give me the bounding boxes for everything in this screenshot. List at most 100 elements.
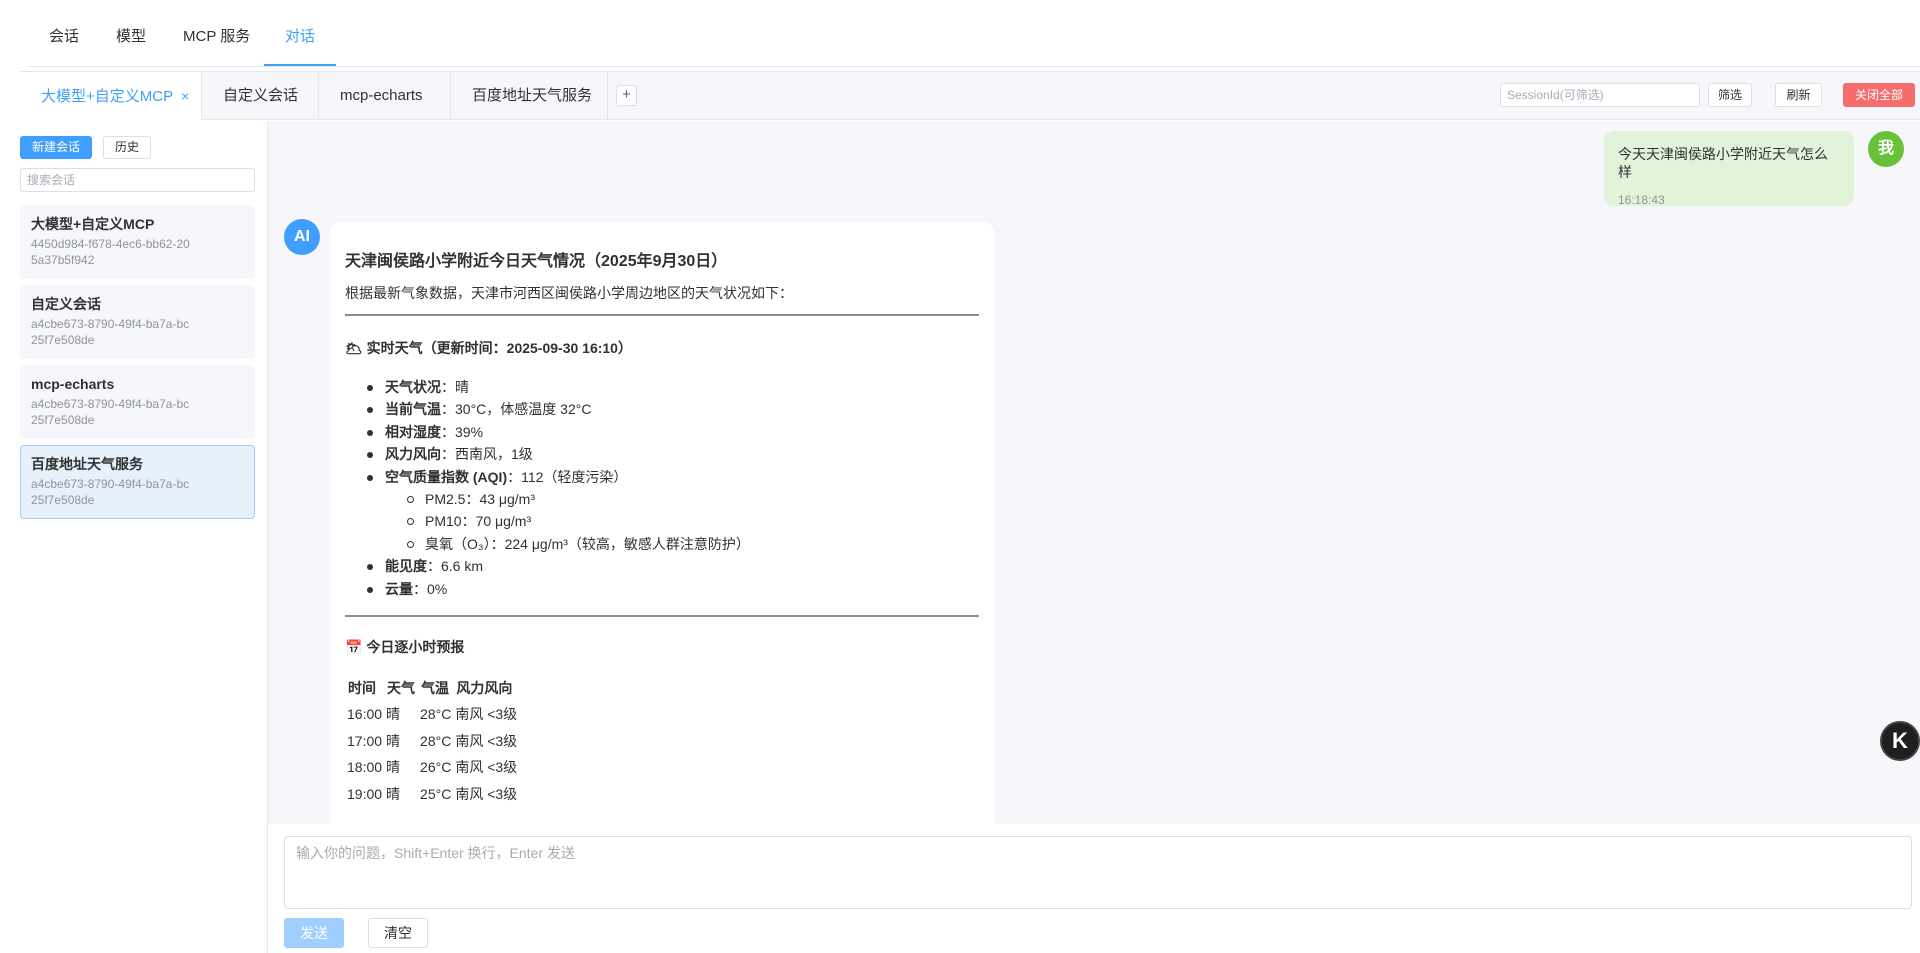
nav-tab-models[interactable]: 模型 — [95, 0, 167, 66]
table-cell: 28°C — [420, 732, 452, 749]
session-tab-active[interactable]: 大模型+自定义MCP × — [20, 72, 202, 120]
table-cell: 南风 <3级 — [455, 732, 518, 749]
user-message-text: 今天天津闽侯路小学附近天气怎么样 — [1618, 146, 1828, 180]
add-tab-button[interactable]: + — [616, 85, 637, 106]
user-message-time: 16:18:43 — [1618, 193, 1665, 207]
table-cell: 晴 — [386, 732, 401, 749]
table-cell: 南风 <3级 — [455, 706, 518, 723]
list-item: 能见度：6.6 km — [345, 555, 979, 577]
conversation-item[interactable]: 自定义会话 a4cbe673-8790-49f4-ba7a-bc25f7e508… — [20, 285, 255, 359]
item-value: ：112（轻度污染） — [507, 468, 628, 485]
sub-list-item: 臭氧（O₃）：224 μg/m³（较高，敏感人群注意防护） — [345, 533, 979, 555]
item-label: 天气状况 — [385, 379, 441, 395]
list-item: 云量：0% — [345, 578, 979, 600]
table-row: 18:00 晴 26°C 南风 <3级 — [345, 754, 519, 781]
table-cell: 25°C — [420, 785, 452, 802]
filter-button[interactable]: 筛选 — [1708, 83, 1752, 107]
table-cell: 17:00 — [347, 732, 383, 749]
item-label: 当前气温 — [385, 401, 441, 418]
hourly-forecast-heading: 📅 今日逐小时预报 — [345, 639, 465, 656]
table-cell: 18:00 — [347, 759, 383, 776]
table-cell: 晴 — [386, 785, 401, 802]
sub-list-item: PM2.5：43 μg/m³ — [345, 488, 979, 510]
item-label: 云量 — [385, 580, 413, 597]
list-item: 空气质量指数 (AQI)：112（轻度污染） — [345, 466, 979, 488]
realtime-weather-heading: 🌥 实时天气（更新时间：2025-09-30 16:10） — [345, 340, 632, 356]
sub-list-item: PM10：70 μg/m³ — [345, 510, 979, 532]
item-label: 能见度 — [385, 558, 427, 575]
table-cell: 28°C — [420, 706, 452, 723]
nav-tab-chat[interactable]: 对话 — [264, 0, 337, 66]
table-cell: 26°C — [420, 759, 452, 776]
divider — [345, 615, 979, 618]
column-header: 气温 — [421, 679, 450, 696]
realtime-weather-list: 天气状况：晴 当前气温：30°C，体感温度 32°C 相对湿度：39% 风力风向… — [345, 376, 979, 600]
session-tab[interactable]: mcp-echarts — [319, 72, 451, 120]
chat-area: 我 今天天津闽侯路小学附近天气怎么样 16:18:43 AI 天津闽侯路小学附近… — [268, 121, 1920, 824]
session-tab-label: mcp-echarts — [340, 87, 423, 104]
table-header-row: 时间 天气 气温 风力风向 — [345, 674, 519, 701]
conversation-id: a4cbe673-8790-49f4-ba7a-bc25f7e508de — [31, 477, 190, 507]
list-item: 相对湿度：39% — [345, 421, 979, 443]
item-value: ：晴 — [441, 379, 469, 395]
table-row: 16:00 晴 28°C 南风 <3级 — [345, 701, 519, 728]
column-header: 天气 — [387, 679, 416, 696]
table-row: 19:00 晴 25°C 南风 <3级 — [345, 781, 519, 808]
conversation-item[interactable]: mcp-echarts a4cbe673-8790-49f4-ba7a-bc25… — [20, 365, 255, 439]
list-item: 天气状况：晴 — [345, 376, 979, 398]
search-conversation-input[interactable] — [20, 168, 255, 192]
table-row: 17:00 晴 28°C 南风 <3级 — [345, 728, 519, 755]
table-cell: 晴 — [386, 706, 401, 723]
ai-answer-intro: 根据最新气象数据，天津市河西区闽侯路小学周边地区的天气状况如下： — [345, 285, 793, 301]
column-header: 风力风向 — [456, 679, 513, 696]
sidebar: 新建会话 历史 大模型+自定义MCP 4450d984-f678-4ec6-bb… — [8, 121, 268, 953]
conversation-title: mcp-echarts — [31, 376, 115, 392]
ai-message-bubble: 天津闽侯路小学附近今日天气情况（2025年9月30日） 根据最新气象数据，天津市… — [330, 222, 994, 824]
user-avatar: 我 — [1868, 131, 1904, 167]
list-item: 风力风向：西南风，1级 — [345, 443, 979, 465]
item-value: ：30°C，体感温度 32°C — [441, 401, 592, 418]
session-tab-bar: 大模型+自定义MCP × 自定义会话 mcp-echarts 百度地址天气服务 +… — [20, 71, 1920, 120]
clear-button[interactable]: 清空 — [368, 918, 428, 948]
close-icon[interactable]: × — [181, 88, 189, 104]
table-cell: 16:00 — [347, 706, 383, 723]
ai-avatar: AI — [284, 219, 320, 255]
item-value: ：39% — [441, 423, 484, 440]
message-input[interactable] — [284, 836, 1912, 909]
conversation-id: a4cbe673-8790-49f4-ba7a-bc25f7e508de — [31, 397, 190, 427]
conversation-item-active[interactable]: 百度地址天气服务 a4cbe673-8790-49f4-ba7a-bc25f7e… — [20, 445, 255, 519]
close-all-button[interactable]: 关闭全部 — [1843, 83, 1915, 107]
table-cell: 南风 <3级 — [455, 785, 518, 802]
user-message-bubble: 今天天津闽侯路小学附近天气怎么样 16:18:43 — [1604, 131, 1854, 207]
table-cell: 南风 <3级 — [455, 759, 518, 776]
session-tab-label: 百度地址天气服务 — [472, 87, 593, 104]
divider — [345, 314, 979, 316]
item-label: 相对湿度 — [385, 423, 441, 440]
ai-answer-title: 天津闽侯路小学附近今日天气情况（2025年9月30日） — [345, 253, 728, 270]
table-cell: 19:00 — [347, 785, 383, 802]
session-tab-label: 自定义会话 — [223, 87, 299, 104]
item-value: ：0% — [413, 580, 448, 597]
list-item: 当前气温：30°C，体感温度 32°C — [345, 398, 979, 420]
session-tab[interactable]: 百度地址天气服务 — [451, 72, 608, 120]
floating-assistant-button[interactable]: K — [1880, 721, 1920, 761]
item-label: 风力风向 — [385, 446, 441, 463]
conversation-id: a4cbe673-8790-49f4-ba7a-bc25f7e508de — [31, 317, 190, 347]
conversation-title: 自定义会话 — [31, 296, 101, 312]
new-conversation-button[interactable]: 新建会话 — [20, 136, 92, 159]
session-tab[interactable]: 自定义会话 — [202, 72, 319, 120]
session-id-filter-input[interactable] — [1500, 83, 1700, 107]
conversation-id: 4450d984-f678-4ec6-bb62-205a37b5f942 — [31, 237, 190, 267]
conversation-title: 大模型+自定义MCP — [31, 216, 155, 232]
column-header: 时间 — [348, 679, 376, 696]
send-button[interactable]: 发送 — [284, 918, 344, 948]
refresh-button[interactable]: 刷新 — [1775, 83, 1822, 107]
session-tab-label: 大模型+自定义MCP — [41, 88, 174, 105]
conversation-item[interactable]: 大模型+自定义MCP 4450d984-f678-4ec6-bb62-205a3… — [20, 205, 255, 279]
table-cell: 晴 — [386, 759, 401, 776]
nav-tab-mcp-services[interactable]: MCP 服务 — [162, 0, 271, 66]
history-button[interactable]: 历史 — [103, 136, 151, 159]
nav-tab-sessions[interactable]: 会话 — [28, 0, 100, 66]
conversation-title: 百度地址天气服务 — [31, 456, 143, 472]
item-value: ：6.6 km — [427, 558, 484, 575]
